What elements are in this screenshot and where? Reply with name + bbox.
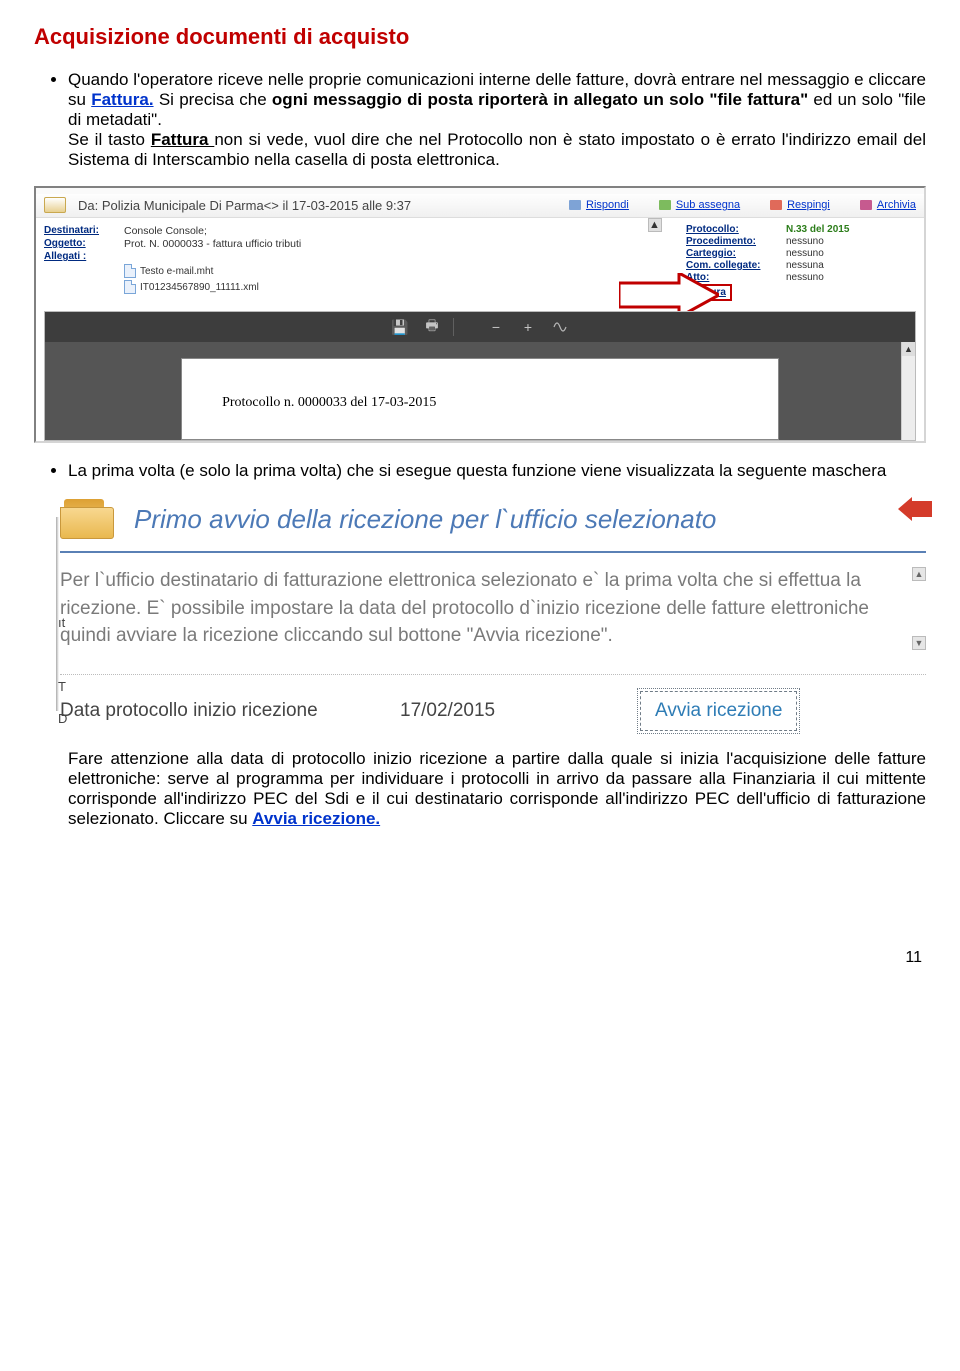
value-procedimento: nessuno — [786, 236, 916, 247]
scroll-up-icon[interactable]: ▲ — [912, 567, 926, 581]
value-carteggio: nessuno — [786, 248, 916, 259]
attachment-item[interactable]: Testo e-mail.mht — [124, 263, 686, 279]
pdf-viewer: 💾 🖶 − + Protocollo n. 0000033 del 17-03-… — [44, 311, 916, 441]
back-arrow-icon[interactable] — [898, 497, 932, 525]
separator — [60, 674, 926, 675]
scroll-down-icon[interactable]: ▼ — [912, 636, 926, 650]
separator — [453, 318, 475, 336]
pdf-protocol-line: Protocollo n. 0000033 del 17-03-2015 — [222, 395, 436, 410]
zoom-out-icon[interactable]: − — [485, 318, 507, 336]
date-label: Data protocollo inizio ricezione — [60, 700, 380, 722]
p1-bold-1: ogni messaggio di posta riporterà in all… — [272, 90, 808, 109]
scroll-up-icon[interactable]: ▲ — [648, 218, 662, 232]
value-collegate: nessuna — [786, 260, 916, 271]
p3-text-a: Fare attenzione alla data di protocollo … — [68, 749, 926, 828]
subassign-link[interactable]: Sub assegna — [659, 199, 740, 211]
dialog-screenshot: ıtTD Primo avvio della ricezione per l`u… — [60, 497, 926, 731]
value-oggetto: Prot. N. 0000033 - fattura ufficio tribu… — [124, 238, 301, 250]
avvia-ricezione-button[interactable]: Avvia ricezione — [640, 691, 797, 731]
doc-icon — [124, 280, 136, 294]
value-protocollo: N.33 del 2015 — [786, 224, 916, 235]
value-destinatari: Console Console; — [124, 225, 207, 237]
label-oggetto: Oggetto: — [44, 238, 124, 250]
archive-link[interactable]: Archivia — [860, 199, 916, 211]
print-icon[interactable]: 🖶 — [421, 318, 443, 336]
label-destinatari: Destinatari: — [44, 225, 124, 237]
p1-text-b: Si precisa che — [154, 90, 272, 109]
attachment-name-1: IT01234567890_11111.xml — [140, 282, 259, 293]
p1-text-d: Se il tasto — [68, 130, 151, 149]
email-right-block: Protocollo:N.33 del 2015 Procedimento:ne… — [686, 224, 916, 301]
attachment-item[interactable]: IT01234567890_11111.xml — [124, 279, 686, 295]
fattura-underlined: Fattura — [151, 130, 215, 149]
label-carteggio[interactable]: Carteggio: — [686, 248, 786, 259]
subassign-label: Sub assegna — [676, 199, 740, 211]
doc-icon — [124, 264, 136, 278]
email-left-block: Destinatari:Console Console; Oggetto:Pro… — [44, 224, 686, 301]
email-header: Da: Polizia Municipale Di Parma<> il 17-… — [36, 194, 924, 218]
folder-icon — [60, 497, 120, 541]
dialog-title: Primo avvio della ricezione per l`uffici… — [134, 504, 716, 535]
scroll-up-icon[interactable]: ▲ — [902, 342, 915, 356]
label-protocollo[interactable]: Protocollo: — [686, 224, 786, 235]
label-procedimento[interactable]: Procedimento: — [686, 236, 786, 247]
email-from: Da: Polizia Municipale Di Parma<> il 17-… — [78, 198, 569, 213]
reject-link[interactable]: Respingi — [770, 199, 830, 211]
label-allegati[interactable]: Allegati : — [44, 251, 124, 262]
paragraph-3: Fare attenzione alla data di protocollo … — [68, 749, 926, 829]
envelope-icon — [44, 197, 66, 213]
label-collegate[interactable]: Com. collegate: — [686, 260, 786, 271]
zoom-in-icon[interactable]: + — [517, 318, 539, 336]
archive-label: Archivia — [877, 199, 916, 211]
pdf-toolbar: 💾 🖶 − + — [45, 312, 915, 342]
dialog-body: Per l`ufficio destinatario di fatturazio… — [60, 567, 910, 650]
attachment-name-0: Testo e-mail.mht — [140, 266, 213, 277]
bullet-2: La prima volta (e solo la prima volta) c… — [68, 461, 926, 481]
date-value[interactable]: 17/02/2015 — [400, 700, 620, 722]
fattura-link[interactable]: Fattura. — [91, 90, 153, 109]
reply-link[interactable]: Rispondi — [569, 199, 629, 211]
reject-label: Respingi — [787, 199, 830, 211]
section-title: Acquisizione documenti di acquisto — [34, 24, 926, 50]
acrobat-icon[interactable] — [549, 318, 571, 336]
page-number: 11 — [34, 949, 926, 967]
separator — [60, 551, 926, 553]
reply-label: Rispondi — [586, 199, 629, 211]
save-icon[interactable]: 💾 — [389, 318, 411, 336]
email-screenshot: Da: Polizia Municipale Di Parma<> il 17-… — [34, 186, 926, 443]
value-atto: nessuno — [786, 272, 916, 283]
bullet-1: Quando l'operatore riceve nelle proprie … — [68, 70, 926, 170]
avvia-ricezione-link[interactable]: Avvia ricezione. — [252, 809, 380, 828]
